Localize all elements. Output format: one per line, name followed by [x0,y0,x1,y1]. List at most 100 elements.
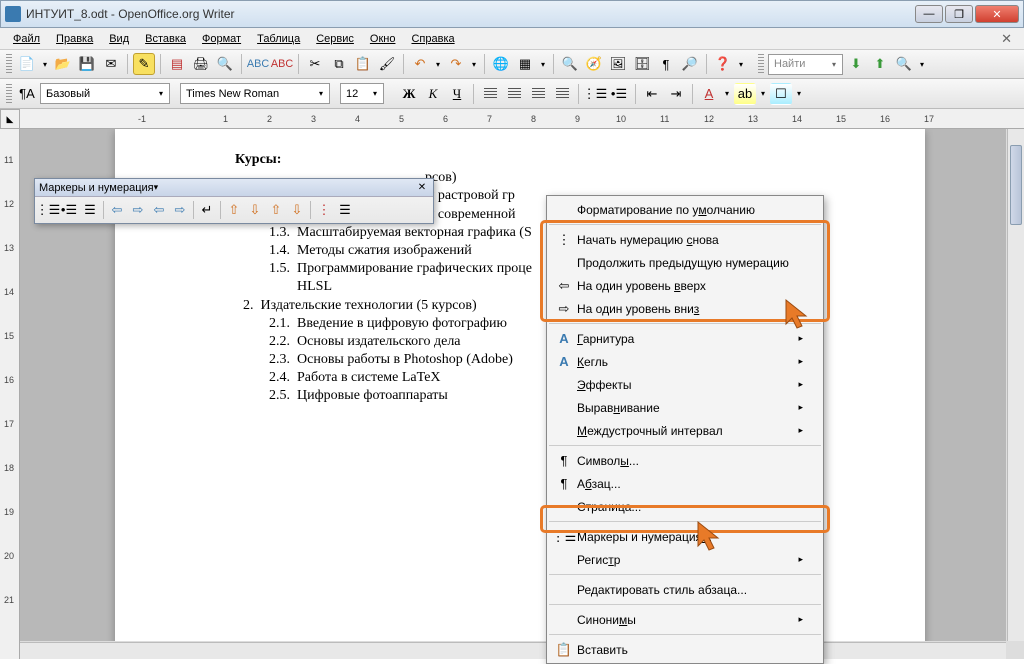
context-menu-item[interactable]: Регистр▸ [547,548,823,571]
copy-button[interactable]: ⧉ [328,53,350,75]
autospell-button[interactable]: ABC [271,53,293,75]
move-down-sub-button[interactable]: ⇩ [287,200,307,220]
hyperlink-button[interactable]: 🌐 [490,53,512,75]
align-right-button[interactable] [527,83,549,105]
context-menu-item[interactable]: Редактировать стиль абзаца... [547,578,823,601]
bullets-dialog-button[interactable]: ☰ [335,200,355,220]
scrollbar-thumb[interactable] [1010,145,1022,225]
navigator-button[interactable]: 🧭 [583,53,605,75]
context-menu-item[interactable]: ⇦На один уровень вверх [547,274,823,297]
promote-sub-button[interactable]: ⇦ [149,200,169,220]
float-titlebar[interactable]: Маркеры и нумерация ▾ ✕ [35,179,433,197]
decrease-indent-button[interactable]: ⇤ [641,83,663,105]
undo-dropdown[interactable]: ▾ [433,53,443,75]
restart-numbering-button[interactable]: ⋮ [314,200,334,220]
help-button[interactable]: ❓ [712,53,734,75]
toolbar-grip[interactable] [6,84,12,104]
print-preview-button[interactable]: 🔍 [214,53,236,75]
find-toolbar-grip[interactable] [758,54,764,74]
context-menu-item[interactable]: AКегль▸ [547,350,823,373]
align-center-button[interactable] [503,83,525,105]
context-menu-item[interactable]: Синонимы▸ [547,608,823,631]
context-menu-item[interactable]: ⋮Начать нумерацию снова [547,228,823,251]
context-menu-item[interactable]: Продолжить предыдущую нумерацию [547,251,823,274]
table-dropdown[interactable]: ▾ [538,53,548,75]
find-next-button[interactable]: ⬇ [845,53,867,75]
menu-table[interactable]: Таблица [250,31,307,47]
find-all-button[interactable]: 🔍 [893,53,915,75]
menu-tools[interactable]: Сервис [309,31,361,47]
demote-sub-button[interactable]: ⇨ [170,200,190,220]
table-button[interactable]: ▦ [514,53,536,75]
bg-color-dropdown[interactable]: ▾ [794,83,804,105]
context-menu-item[interactable]: Страница... [547,495,823,518]
font-name-combo[interactable]: Times New Roman▾ [180,83,330,104]
context-menu-item[interactable]: Междустрочный интервал▸ [547,419,823,442]
undo-button[interactable]: ↶ [409,53,431,75]
context-menu-item[interactable]: ⋮☰Маркеры и нумерация... [547,525,823,548]
vertical-scrollbar[interactable] [1007,129,1024,641]
menu-file[interactable]: Файл [6,31,47,47]
mail-button[interactable]: ✉ [100,53,122,75]
move-up-button[interactable]: ⇧ [224,200,244,220]
align-left-button[interactable] [479,83,501,105]
context-menu-item[interactable]: Эффекты▸ [547,373,823,396]
data-sources-button[interactable]: 🗄 [631,53,653,75]
styles-button[interactable]: ¶A [16,83,38,105]
print-button[interactable]: 🖨 [190,53,212,75]
bullets-numbering-toolbar[interactable]: Маркеры и нумерация ▾ ✕ ⋮☰ •☰ ☰ ⇦ ⇨ ⇦ ⇨ … [34,178,434,224]
spellcheck-button[interactable]: ABC [247,53,269,75]
list-off-button[interactable]: ☰ [80,200,100,220]
font-color-dropdown[interactable]: ▾ [722,83,732,105]
pdf-export-button[interactable]: ▤ [166,53,188,75]
demote-button[interactable]: ⇨ [128,200,148,220]
horizontal-scrollbar[interactable] [20,642,1006,659]
menu-insert[interactable]: Вставка [138,31,193,47]
redo-dropdown[interactable]: ▾ [469,53,479,75]
promote-button[interactable]: ⇦ [107,200,127,220]
paragraph-style-combo[interactable]: Базовый▾ [40,83,170,104]
context-menu-item[interactable]: Выравнивание▸ [547,396,823,419]
find-replace-button[interactable]: 🔍 [559,53,581,75]
format-paint-button[interactable]: 🖌 [376,53,398,75]
horizontal-ruler[interactable]: -1 1 2 3 4 5 6 7 8 9 10 11 12 13 14 15 1… [20,109,1024,129]
move-up-sub-button[interactable]: ⇧ [266,200,286,220]
minimize-button[interactable]: — [915,5,943,23]
list-btn-1[interactable]: ⋮☰ [38,200,58,220]
vertical-ruler[interactable]: 11 12 13 14 15 16 17 18 19 20 21 [0,129,20,659]
find-input[interactable]: Найти ▾ [768,54,843,75]
menu-help[interactable]: Справка [404,31,461,47]
italic-button[interactable]: К [422,83,444,105]
new-doc-button[interactable]: 📄 [16,53,38,75]
open-button[interactable]: 📂 [52,53,74,75]
close-button[interactable]: ✕ [975,5,1019,23]
bullets-button[interactable]: •☰ [608,83,630,105]
new-doc-dropdown[interactable]: ▾ [40,53,50,75]
cut-button[interactable]: ✂ [304,53,326,75]
menu-view[interactable]: Вид [102,31,136,47]
insert-unnum-button[interactable]: ↵ [197,200,217,220]
menu-format[interactable]: Формат [195,31,248,47]
context-menu-item[interactable]: 📋Вставить [547,638,823,661]
pin-icon[interactable]: ▾ [154,182,168,193]
bold-button[interactable]: Ж [398,83,420,105]
paste-button[interactable]: 📋 [352,53,374,75]
bg-color-button[interactable]: ☐ [770,83,792,105]
maximize-button[interactable]: ❐ [945,5,973,23]
context-menu-item[interactable]: Форматирование по умолчанию [547,198,823,221]
font-size-combo[interactable]: 12▾ [340,83,384,104]
context-menu-item[interactable]: ⇨На один уровень вниз [547,297,823,320]
menu-window[interactable]: Окно [363,31,403,47]
context-menu-item[interactable]: AГарнитура▸ [547,327,823,350]
doc-close-button[interactable]: ✕ [995,31,1018,47]
increase-indent-button[interactable]: ⇥ [665,83,687,105]
zoom-button[interactable]: 🔎 [679,53,701,75]
move-down-button[interactable]: ⇩ [245,200,265,220]
redo-button[interactable]: ↷ [445,53,467,75]
toolbar-more[interactable]: ▾ [736,53,746,75]
save-button[interactable]: 💾 [76,53,98,75]
numbering-button[interactable]: ⋮☰ [584,83,606,105]
gallery-button[interactable]: 🖼 [607,53,629,75]
underline-button[interactable]: Ч [446,83,468,105]
find-toolbar-more[interactable]: ▾ [917,53,927,75]
